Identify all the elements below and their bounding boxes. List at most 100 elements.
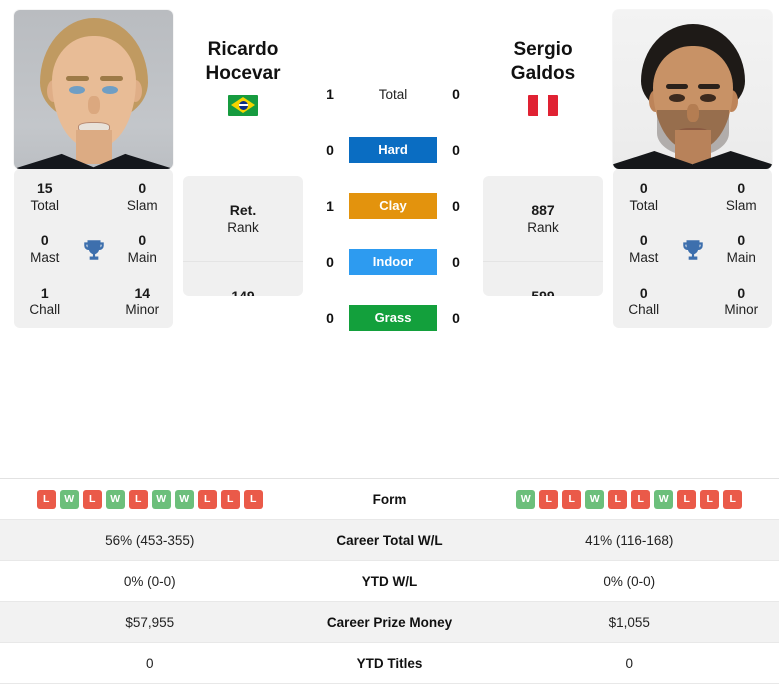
label: Minor xyxy=(724,302,759,318)
table-row-label: YTD W/L xyxy=(361,573,418,589)
form-badge-loss[interactable]: L xyxy=(220,489,240,509)
label: Total xyxy=(30,197,60,213)
left-form-value: LWLWLWWLLL xyxy=(0,489,300,509)
right-career_wl-value: 41% (116-168) xyxy=(585,532,674,548)
h2h-row-total: 1 Total 0 xyxy=(313,66,473,122)
label: Total xyxy=(629,197,659,213)
left-titles-mast: 0 Mast xyxy=(14,223,76,275)
label: Slam xyxy=(126,197,158,213)
form-badge-loss[interactable]: L xyxy=(197,489,217,509)
form-badge-loss[interactable]: L xyxy=(128,489,148,509)
form-badge-loss[interactable]: L xyxy=(677,489,697,509)
label: Rank xyxy=(527,219,559,235)
label: Main xyxy=(127,249,157,265)
form-badge-win[interactable]: W xyxy=(59,489,79,509)
label: Chall xyxy=(628,302,660,318)
form-badge-win[interactable]: W xyxy=(151,489,171,509)
table-row-label: Career Prize Money xyxy=(326,614,453,630)
surface-badge-indoor[interactable]: Indoor xyxy=(349,249,437,275)
stats-table: L W L W L W W L L L Form W L L W L L W L L L 56% (453-355) Car… xyxy=(0,478,779,684)
h2h-left-score: 1 xyxy=(326,198,334,214)
h2h-right-score: 0 xyxy=(452,142,460,158)
form-badge-win[interactable]: W xyxy=(516,489,536,509)
form-badge-loss[interactable]: L xyxy=(562,489,582,509)
form-badge-loss[interactable]: L xyxy=(243,489,263,509)
right-player-first-name: Sergio xyxy=(513,39,573,60)
surface-badge-hard[interactable]: Hard xyxy=(349,137,437,163)
h2h-right-score: 0 xyxy=(452,254,460,270)
table-row: $57,955 Career Prize Money $1,055 xyxy=(0,602,779,643)
form-badge-win[interactable]: W xyxy=(105,489,125,509)
label: Minor xyxy=(125,302,160,318)
right-form-badges: WLLWLLWLLL xyxy=(516,489,743,509)
surface-badge-grass[interactable]: Grass xyxy=(349,305,437,331)
value: 599 xyxy=(531,287,555,296)
h2h-row-hard: 0 Hard 0 xyxy=(313,122,473,178)
right-high-rank: 599 High xyxy=(483,262,603,296)
form-badge-loss[interactable]: L xyxy=(36,489,56,509)
h2h-row-grass: 0 Grass 0 xyxy=(313,290,473,346)
flag-brazil-icon xyxy=(228,94,258,116)
h2h-surface-label[interactable]: Grass xyxy=(347,305,439,331)
form-badge-win[interactable]: W xyxy=(585,489,605,509)
table-row: 0 YTD Titles 0 xyxy=(0,643,779,684)
left-titles-minor: 14 Minor xyxy=(112,276,174,328)
form-badge-loss[interactable]: L xyxy=(539,489,559,509)
h2h-surface-label[interactable]: Clay xyxy=(347,193,439,219)
left-titles-card: 15 Total 0 Slam 0 Mast 0 Main 1 Chall 14… xyxy=(14,169,173,328)
label: Slam xyxy=(725,197,757,213)
surface-badge-clay[interactable]: Clay xyxy=(349,193,437,219)
h2h-right-score: 0 xyxy=(452,86,460,102)
form-badge-loss[interactable]: L xyxy=(631,489,651,509)
table-row-label: Form xyxy=(372,491,407,507)
value: 0 xyxy=(737,180,746,196)
h2h-total-label: Total xyxy=(378,86,408,102)
value: 0 xyxy=(138,180,147,196)
left-titles-total: 15 Total xyxy=(14,171,76,223)
label: Rank xyxy=(227,219,259,235)
form-badge-loss[interactable]: L xyxy=(82,489,102,509)
left-titles-chall: 1 Chall xyxy=(14,276,76,328)
form-badge-win[interactable]: W xyxy=(174,489,194,509)
left-player-photo xyxy=(14,10,173,169)
value: 0 xyxy=(737,284,746,301)
left-high-rank: 149 High xyxy=(183,262,303,296)
trophy-icon xyxy=(76,237,112,263)
form-badge-win[interactable]: W xyxy=(654,489,674,509)
value: 887 xyxy=(531,201,555,218)
right-player-name-header: Sergio Galdos xyxy=(483,38,603,158)
value: 0 xyxy=(639,232,648,249)
head-to-head-column: 1 Total 0 0 Hard 0 1 Clay 0 0 Indoor 0 0 Grass 0 xyxy=(313,10,473,346)
comparison-header: Ricardo Hocevar 15 Total 0 Slam 0 Mas xyxy=(0,0,779,478)
left-ytd_titles-value: 0 xyxy=(145,655,154,671)
form-badge-loss[interactable]: L xyxy=(723,489,743,509)
player-comparison-page: Ricardo Hocevar 15 Total 0 Slam 0 Mas xyxy=(0,0,779,699)
table-row: L W L W L W W L L L Form W L L W L L W L L L xyxy=(0,479,779,520)
left-rank-card: Ret. Rank 149 High 38 Age R Plays xyxy=(183,176,303,296)
h2h-left-score: 0 xyxy=(326,310,334,326)
right-player-photo-card[interactable]: Sergio Galdos xyxy=(613,10,772,169)
left-rank: Ret. Rank xyxy=(183,176,303,262)
form-badge-loss[interactable]: L xyxy=(700,489,720,509)
left-player-photo-card[interactable]: Ricardo Hocevar xyxy=(14,10,173,169)
table-row: 0% (0-0) YTD W/L 0% (0-0) xyxy=(0,561,779,602)
form-badge-loss[interactable]: L xyxy=(608,489,628,509)
left-titles-slam: 0 Slam xyxy=(112,171,174,223)
value: Ret. xyxy=(229,201,257,218)
h2h-surface-label[interactable]: Indoor xyxy=(347,249,439,275)
h2h-surface-label: Total xyxy=(347,87,439,102)
right-titles-card: 0 Total 0 Slam 0 Mast 0 Main 0 Chall 0 M… xyxy=(613,169,772,328)
right-player-last-name: Galdos xyxy=(510,63,576,85)
right-titles-mast: 0 Mast xyxy=(613,223,675,275)
table-row: 56% (453-355) Career Total W/L 41% (116-16… xyxy=(0,520,779,561)
h2h-surface-label[interactable]: Hard xyxy=(347,137,439,163)
right-titles-main: 0 Main xyxy=(711,223,773,275)
right-player-photo xyxy=(613,10,772,169)
right-form-value: WLLWLLWLLL xyxy=(480,489,779,509)
flag-peru-icon xyxy=(528,94,558,116)
left-career_wl-value: 56% (453-355) xyxy=(105,532,195,548)
trophy-icon xyxy=(675,237,711,263)
value: 0 xyxy=(737,232,746,249)
value: 0 xyxy=(639,180,648,196)
value: 1 xyxy=(40,284,49,301)
